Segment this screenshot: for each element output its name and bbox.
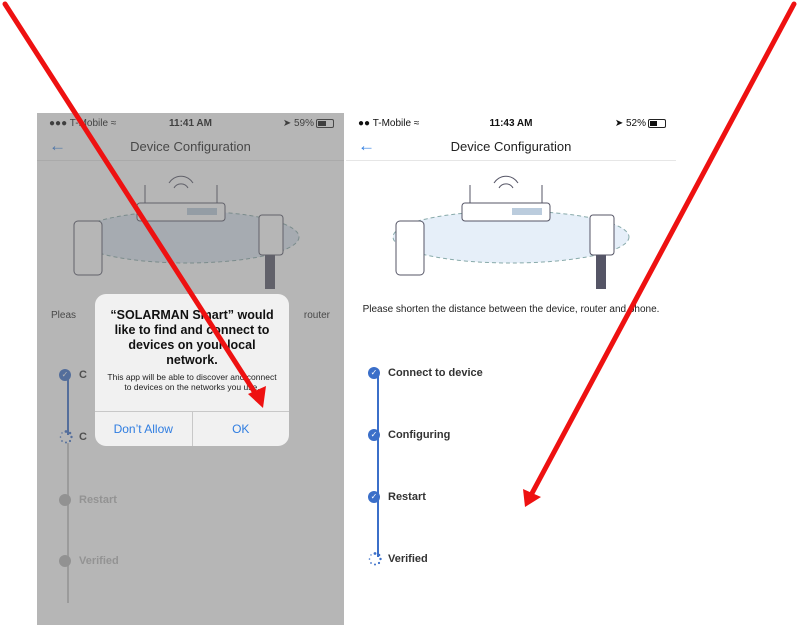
alert-title: “SOLARMAN Smart” would like to find and … [110, 308, 274, 367]
dont-allow-button[interactable]: Don’t Allow [95, 412, 192, 446]
alert-buttons: Don’t Allow OK [95, 411, 289, 446]
step-connect: ✓ Connect to device [368, 367, 483, 379]
device-router-phone-illustration [392, 175, 630, 289]
page-title: Device Configuration [450, 139, 572, 154]
alert-message: This app will be able to discover and co… [107, 372, 277, 392]
check-circle-icon: ✓ [368, 491, 380, 503]
step-verified: Verified [368, 552, 428, 566]
step-connector [377, 375, 379, 557]
divider [346, 160, 676, 161]
right-phone-screen: ●● T-Mobile ≈ 11:43 AM ➤ 52% ← Device Co… [346, 113, 676, 625]
spinner-icon [368, 552, 382, 566]
hint-text: Please shorten the distance between the … [362, 304, 660, 315]
battery-icon [648, 118, 666, 128]
nav-bar: ← Device Configuration [346, 135, 676, 159]
local-network-permission-alert: “SOLARMAN Smart” would like to find and … [95, 294, 289, 446]
check-circle-icon: ✓ [368, 429, 380, 441]
check-circle-icon: ✓ [368, 367, 380, 379]
left-phone-screen: ●●● T-Mobile ≈ 11:41 AM ➤ 59% ← Device C… [37, 113, 344, 625]
location-arrow-icon: ➤ [614, 118, 624, 129]
step-configuring: ✓ Configuring [368, 429, 450, 441]
step-restart: ✓ Restart [368, 491, 426, 503]
status-bar: ●● T-Mobile ≈ 11:43 AM ➤ 52% [346, 113, 676, 133]
battery-percent: 52% [625, 118, 646, 129]
ok-button[interactable]: OK [191, 412, 290, 446]
